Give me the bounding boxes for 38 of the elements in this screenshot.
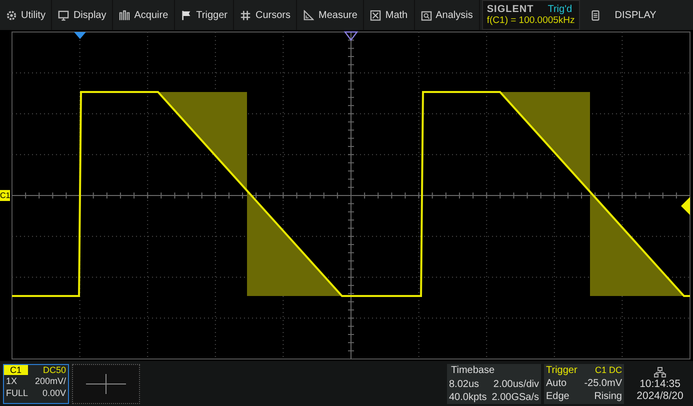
trigger-level-marker[interactable] (681, 197, 690, 215)
trigger-panel[interactable]: Trigger C1 DC Auto -25.0mV Edge Rising (544, 364, 624, 404)
analysis-icon (420, 10, 432, 20)
trigger-level: -25.0mV (584, 377, 622, 390)
scale-label: 200mV/ (34, 375, 66, 387)
trigger-title: Trigger (546, 364, 578, 377)
timebase-title: Timebase (450, 364, 496, 378)
timebase-panel[interactable]: Timebase 8.02us 2.00us/div 40.0kpts 2.00GSa/s (447, 364, 541, 404)
clock-time: 10:14:35 (640, 378, 680, 390)
offset-label: 0.00V (42, 387, 66, 399)
sample-rate: 2.00GSa/s (492, 391, 539, 404)
clock-date: 2024/8/20 (636, 390, 684, 402)
channel-name: C1 (4, 365, 28, 375)
gear-icon (6, 10, 17, 20)
brand-label: SIGLENT (486, 4, 534, 15)
trigger-slope: Rising (594, 390, 622, 403)
timebase-scale: 2.00us/div (493, 378, 539, 391)
hash-icon (240, 10, 252, 20)
coupling-label: DC50 (42, 365, 66, 375)
frequency-reading: f(C1) = 100.0005kHz (486, 15, 575, 26)
trigger-source: C1 DC (594, 364, 622, 377)
delay-label: 8.02us (449, 378, 480, 391)
document-icon (590, 10, 601, 20)
flag-icon (181, 10, 192, 20)
trigger-state: Trig'd (548, 4, 572, 15)
center-marker (344, 31, 358, 41)
channel-panel[interactable]: C1 DC50 1X 200mV/ FULL 0.00V (3, 364, 69, 404)
monitor-icon (58, 10, 70, 20)
add-channel-button[interactable] (72, 364, 140, 404)
plus-icon (86, 374, 126, 394)
network-icon (654, 366, 666, 378)
trigger-type: Edge (546, 390, 570, 403)
ruler-icon (303, 10, 314, 20)
trigger-mode: Auto (546, 377, 567, 390)
probe-label: 1X (6, 375, 18, 387)
memory-depth: 40.0kpts (449, 391, 487, 404)
channel-marker[interactable]: C1 (0, 190, 10, 201)
bandwidth-label: FULL (6, 387, 28, 399)
